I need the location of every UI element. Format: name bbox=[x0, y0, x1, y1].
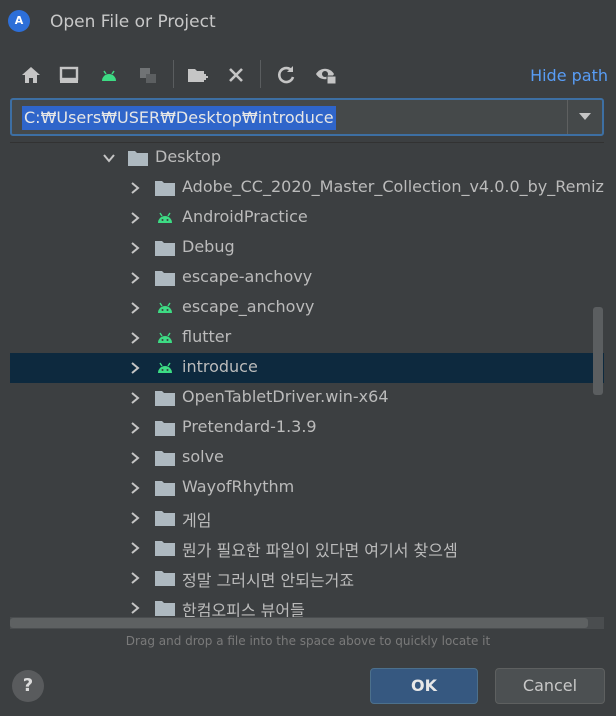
android-studio-logo-icon: A bbox=[8, 10, 30, 32]
chevron-right-icon[interactable] bbox=[128, 181, 142, 195]
tree-row[interactable]: WayofRhythm bbox=[10, 473, 604, 503]
chevron-right-icon[interactable] bbox=[128, 601, 142, 615]
path-input-value[interactable]: C:₩Users₩USER₩Desktop₩introduce bbox=[22, 106, 336, 130]
tree-item-label: 뭔가 필요한 파일이 있다면 여기서 찾으셈 bbox=[182, 541, 458, 560]
tree-item-label: escape-anchovy bbox=[182, 267, 313, 286]
tree-item-label: Desktop bbox=[155, 147, 221, 166]
chevron-right-icon[interactable] bbox=[128, 301, 142, 315]
folder-icon bbox=[155, 601, 175, 616]
folder-icon bbox=[155, 451, 175, 466]
chevron-right-icon[interactable] bbox=[128, 241, 142, 255]
tree-row[interactable]: 게임 bbox=[10, 503, 604, 533]
chevron-right-icon[interactable] bbox=[128, 451, 142, 465]
chevron-right-icon[interactable] bbox=[128, 361, 142, 375]
android-project-icon[interactable] bbox=[96, 62, 122, 88]
new-folder-icon[interactable] bbox=[185, 62, 211, 88]
folder-icon bbox=[155, 481, 175, 496]
toolbar-separator bbox=[260, 60, 261, 88]
refresh-icon[interactable] bbox=[273, 62, 299, 88]
chevron-right-icon[interactable] bbox=[128, 331, 142, 345]
module-icon[interactable] bbox=[135, 62, 161, 88]
android-icon bbox=[158, 212, 172, 223]
tree-row[interactable]: Debug bbox=[10, 233, 604, 263]
chevron-right-icon[interactable] bbox=[128, 541, 142, 555]
tree-item-label: solve bbox=[182, 447, 224, 466]
tree-item-label: 정말 그러시면 안되는거죠 bbox=[182, 571, 355, 590]
toolbar: Hide path bbox=[0, 58, 616, 92]
tree-row[interactable]: 정말 그러시면 안되는거죠 bbox=[10, 563, 604, 593]
tree-item-label: WayofRhythm bbox=[182, 477, 295, 496]
help-button[interactable]: ? bbox=[12, 670, 44, 702]
tree-row[interactable]: AndroidPractice bbox=[10, 203, 604, 233]
chevron-right-icon[interactable] bbox=[128, 571, 142, 585]
chevron-right-icon[interactable] bbox=[128, 511, 142, 525]
tree-item-label: introduce bbox=[182, 357, 258, 376]
folder-icon bbox=[155, 241, 175, 256]
tree-row-desktop[interactable]: Desktop bbox=[10, 143, 604, 173]
show-hidden-icon[interactable] bbox=[313, 62, 339, 88]
vertical-scrollbar[interactable] bbox=[593, 307, 603, 395]
horizontal-scrollbar-thumb[interactable] bbox=[10, 618, 588, 628]
android-icon bbox=[158, 302, 172, 313]
android-icon bbox=[158, 362, 172, 373]
tree-item-label: Debug bbox=[182, 237, 235, 256]
cancel-button[interactable]: Cancel bbox=[495, 668, 605, 704]
chevron-down-icon[interactable] bbox=[102, 151, 116, 165]
tree-item-label: Adobe_CC_2020_Master_Collection_v4.0.0_b… bbox=[182, 177, 604, 196]
window-title: Open File or Project bbox=[50, 12, 216, 32]
chevron-right-icon[interactable] bbox=[128, 481, 142, 495]
horizontal-scrollbar[interactable] bbox=[10, 617, 604, 629]
folder-icon bbox=[155, 571, 175, 586]
path-field[interactable]: C:₩Users₩USER₩Desktop₩introduce bbox=[10, 98, 604, 136]
tree-item-label: Pretendard-1.3.9 bbox=[182, 417, 317, 436]
tree-row[interactable]: 뭔가 필요한 파일이 있다면 여기서 찾으셈 bbox=[10, 533, 604, 563]
home-icon[interactable] bbox=[18, 62, 44, 88]
tree-item-label: flutter bbox=[182, 327, 232, 346]
folder-icon bbox=[155, 541, 175, 556]
tree-row[interactable]: flutter bbox=[10, 323, 604, 353]
tree-row[interactable]: Adobe_CC_2020_Master_Collection_v4.0.0_b… bbox=[10, 173, 604, 203]
toolbar-separator bbox=[173, 60, 174, 88]
desktop-icon[interactable] bbox=[56, 62, 82, 88]
ok-button[interactable]: OK bbox=[370, 668, 478, 704]
tree-row[interactable]: introduce bbox=[10, 353, 604, 383]
folder-icon bbox=[155, 391, 175, 406]
file-tree[interactable]: Desktop Adobe_CC_2020_Master_Collection_… bbox=[10, 142, 604, 633]
chevron-right-icon[interactable] bbox=[128, 391, 142, 405]
chevron-right-icon[interactable] bbox=[128, 421, 142, 435]
chevron-right-icon[interactable] bbox=[128, 271, 142, 285]
tree-item-label: 게임 bbox=[182, 511, 212, 530]
delete-icon[interactable] bbox=[223, 62, 249, 88]
hide-path-link[interactable]: Hide path bbox=[530, 66, 608, 85]
title-bar: A Open File or Project bbox=[0, 0, 616, 44]
drag-drop-hint: Drag and drop a file into the space abov… bbox=[125, 634, 491, 648]
tree-row[interactable]: escape_anchovy bbox=[10, 293, 604, 323]
folder-icon bbox=[128, 151, 148, 166]
chevron-down-icon bbox=[579, 113, 591, 120]
tree-row[interactable]: Pretendard-1.3.9 bbox=[10, 413, 604, 443]
folder-icon bbox=[155, 511, 175, 526]
folder-icon bbox=[155, 181, 175, 196]
chevron-right-icon[interactable] bbox=[128, 211, 142, 225]
folder-icon bbox=[155, 421, 175, 436]
tree-item-label: AndroidPractice bbox=[182, 207, 308, 226]
tree-item-label: escape_anchovy bbox=[182, 297, 315, 316]
folder-icon bbox=[155, 271, 175, 286]
tree-row[interactable]: OpenTabletDriver.win-x64 bbox=[10, 383, 604, 413]
tree-row[interactable]: solve bbox=[10, 443, 604, 473]
path-history-dropdown[interactable] bbox=[567, 100, 602, 134]
tree-item-label: OpenTabletDriver.win-x64 bbox=[182, 387, 389, 406]
android-icon bbox=[158, 332, 172, 343]
tree-row[interactable]: escape-anchovy bbox=[10, 263, 604, 293]
